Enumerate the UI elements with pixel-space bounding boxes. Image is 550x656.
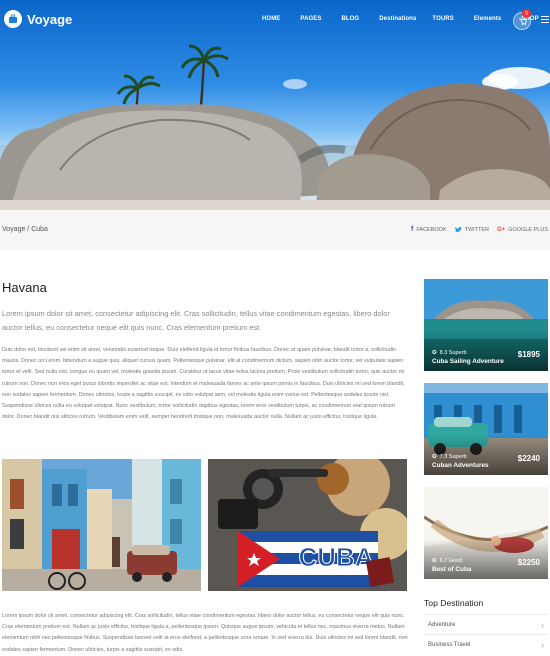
suitcase-icon bbox=[4, 10, 22, 28]
tour-card[interactable]: ✪ 7.3 Superb Cuban Adventures $2240 bbox=[424, 383, 548, 475]
tour-rating: ✪ 7.3 Superb bbox=[432, 454, 489, 460]
share-links: f FACEBOOK TWITTER G+ GOOGLE PLUS bbox=[411, 226, 548, 233]
tour-card[interactable]: ✪ 8.3 Superb Cuba Sailing Adventure $189… bbox=[424, 279, 548, 371]
top-navigation-bar: Voyage HOME PAGES BLOG Destinations TOUR… bbox=[0, 0, 550, 42]
share-twitter[interactable]: TWITTER bbox=[454, 226, 490, 233]
nav-elements[interactable]: Elements bbox=[474, 16, 501, 22]
star-icon: ✪ bbox=[432, 454, 437, 460]
body-paragraph-2: Lorem ipsum dolor sit amet, consectetur … bbox=[2, 613, 408, 653]
star-icon: ✪ bbox=[432, 558, 437, 564]
hamburger-menu-icon[interactable] bbox=[541, 16, 549, 25]
hero-banner: Voyage HOME PAGES BLOG Destinations TOUR… bbox=[0, 0, 550, 210]
street-photo bbox=[2, 459, 201, 591]
tour-meta: ✪ 6.7 Good Best of Cuba bbox=[432, 558, 471, 573]
nav-tours[interactable]: TOURS bbox=[432, 16, 453, 22]
nav-pages[interactable]: PAGES bbox=[300, 16, 321, 22]
destination-label: Adventure bbox=[428, 621, 456, 628]
twitter-icon bbox=[454, 226, 462, 232]
tour-price: $1895 bbox=[517, 350, 540, 359]
cuba-sign-text: CUBA bbox=[298, 542, 373, 572]
tour-meta: ✪ 7.3 Superb Cuban Adventures bbox=[432, 454, 489, 469]
cuba-flag-photo: CUBA bbox=[208, 459, 407, 591]
chevron-right-icon: › bbox=[541, 619, 544, 630]
logo-text: Voyage bbox=[27, 11, 73, 27]
facebook-icon: f bbox=[411, 226, 414, 233]
body-paragraph: Duis dolor est, tincidunt vel enim sit a… bbox=[2, 347, 405, 421]
destination-item[interactable]: Adventure › bbox=[424, 614, 548, 634]
tour-name: Best of Cuba bbox=[432, 566, 472, 573]
tour-name: Cuba Sailing Adventure bbox=[432, 358, 504, 365]
destination-label: Business Travel bbox=[428, 641, 471, 648]
tour-rating: ✪ 6.7 Good bbox=[432, 558, 471, 564]
lead-paragraph: Lorem ipsum dolor sit amet, consectetur … bbox=[2, 309, 390, 332]
share-google-plus[interactable]: G+ GOOGLE PLUS bbox=[497, 226, 548, 233]
breadcrumb-bar: Voyage / Cuba f FACEBOOK TWITTER G+ GOOG… bbox=[0, 210, 550, 250]
tour-price: $2240 bbox=[517, 454, 540, 463]
share-twitter-label: TWITTER bbox=[464, 226, 490, 233]
nav-home[interactable]: HOME bbox=[262, 16, 280, 22]
destination-item[interactable]: Business Travel › bbox=[424, 634, 548, 654]
tour-rating-text: 6.7 Good bbox=[439, 558, 463, 564]
tour-name: Cuban Adventures bbox=[432, 462, 489, 469]
top-destination-heading: Top Destination bbox=[424, 598, 484, 608]
nav-blog[interactable]: BLOG bbox=[341, 16, 359, 22]
nav-destinations[interactable]: Destinations bbox=[379, 16, 416, 22]
share-google-plus-label: GOOGLE PLUS bbox=[508, 226, 548, 233]
site-logo[interactable]: Voyage bbox=[4, 10, 72, 28]
share-facebook[interactable]: f FACEBOOK bbox=[411, 226, 447, 233]
star-icon: ✪ bbox=[432, 350, 437, 356]
tour-price: $2250 bbox=[517, 558, 540, 567]
google-plus-icon: G+ bbox=[497, 226, 506, 233]
tour-meta: ✪ 8.3 Superb Cuba Sailing Adventure bbox=[432, 350, 504, 365]
breadcrumb[interactable]: Voyage / Cuba bbox=[2, 226, 48, 233]
tour-rating-text: 7.3 Superb bbox=[439, 454, 467, 460]
share-facebook-label: FACEBOOK bbox=[416, 226, 447, 233]
tour-card[interactable]: ✪ 6.7 Good Best of Cuba $2250 bbox=[424, 487, 548, 579]
tour-rating-text: 8.3 Superb bbox=[439, 350, 467, 356]
cart-count-badge: 0 bbox=[522, 9, 531, 18]
tour-rating: ✪ 8.3 Superb bbox=[432, 350, 504, 356]
page-title: Havana bbox=[2, 280, 47, 295]
main-menu: HOME PAGES BLOG Destinations TOURS Eleme… bbox=[262, 16, 550, 22]
chevron-right-icon: › bbox=[541, 639, 544, 650]
